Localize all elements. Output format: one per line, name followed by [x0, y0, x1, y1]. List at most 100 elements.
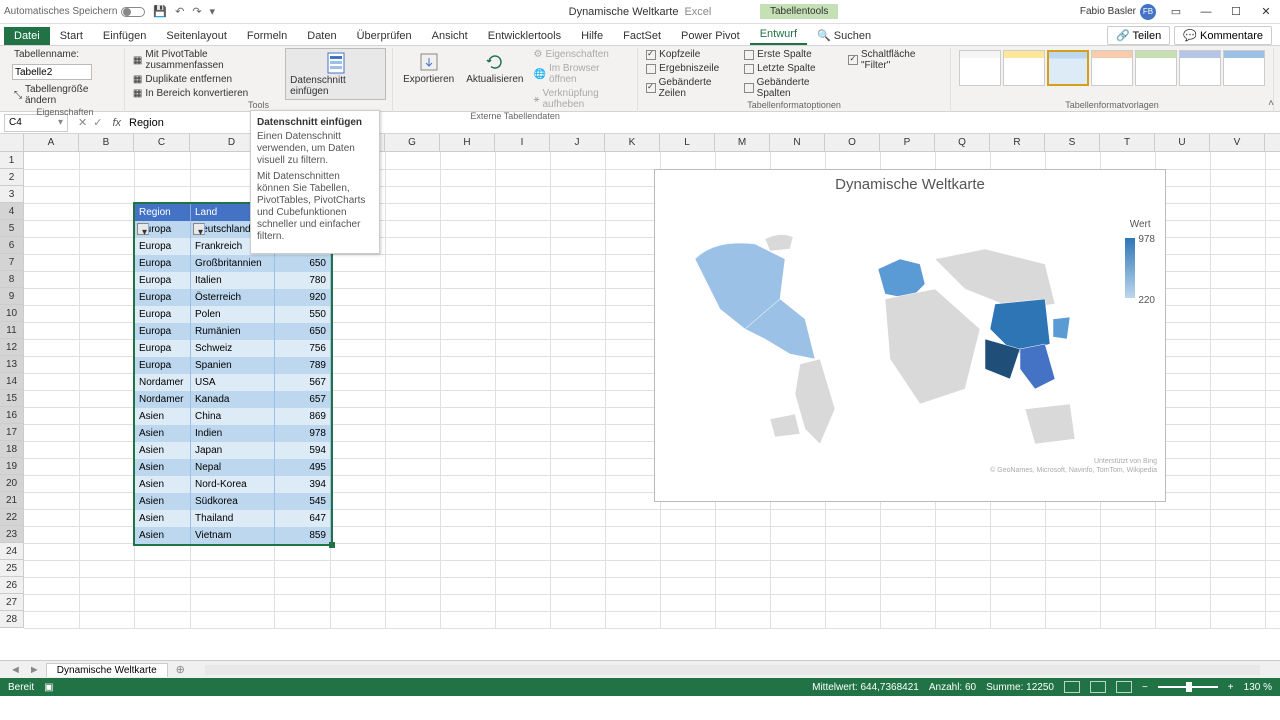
row-header-10[interactable]: 10 — [0, 305, 24, 322]
table-style-7[interactable] — [1223, 50, 1265, 86]
table-row[interactable]: EuropaItalien780 — [135, 272, 331, 289]
table-style-5[interactable] — [1135, 50, 1177, 86]
table-style-4[interactable] — [1091, 50, 1133, 86]
remove-duplicates-button[interactable]: ▦ Duplikate entfernen — [131, 73, 281, 86]
table-styles-gallery[interactable] — [957, 48, 1267, 88]
row-header-12[interactable]: 12 — [0, 339, 24, 356]
comments-button[interactable]: 💬 Kommentare — [1174, 26, 1272, 45]
table-row[interactable]: EuropaGroßbritannien650 — [135, 255, 331, 272]
table-resize-handle[interactable] — [329, 542, 335, 548]
tab-seitenlayout[interactable]: Seitenlayout — [156, 27, 237, 45]
table-header-region[interactable]: Region▾ — [135, 204, 191, 221]
insert-slicer-button[interactable]: Datenschnitt einfügen — [285, 48, 386, 100]
zoom-level[interactable]: 130 % — [1244, 682, 1272, 693]
tab-hilfe[interactable]: Hilfe — [571, 27, 613, 45]
pivot-summarize-button[interactable]: ▦ Mit PivotTable zusammenfassen — [131, 48, 281, 72]
row-header-20[interactable]: 20 — [0, 475, 24, 492]
table-row[interactable]: EuropaSchweiz756 — [135, 340, 331, 357]
minimize-icon[interactable]: — — [1196, 4, 1216, 20]
table-row[interactable]: AsienVietnam859 — [135, 527, 331, 544]
table-style-1[interactable] — [959, 50, 1001, 86]
zoom-slider[interactable] — [1158, 686, 1218, 688]
tab-einfügen[interactable]: Einfügen — [93, 27, 156, 45]
resize-table-button[interactable]: ⤡ Tabellengröße ändern — [12, 83, 118, 107]
macro-record-icon[interactable]: ▣ — [44, 682, 53, 693]
data-table[interactable]: Region▾Land▾Wert▾ EuropaDeutschland220Eu… — [134, 203, 332, 545]
row-header-13[interactable]: 13 — [0, 356, 24, 373]
row-header-25[interactable]: 25 — [0, 560, 24, 577]
last-col-checkbox[interactable]: Letzte Spalte — [742, 62, 842, 75]
header-row-checkbox[interactable]: Kopfzeile — [644, 48, 738, 61]
tab-überprüfen[interactable]: Überprüfen — [347, 27, 422, 45]
table-row[interactable]: AsienThailand647 — [135, 510, 331, 527]
table-row[interactable]: AsienNepal495 — [135, 459, 331, 476]
row-header-2[interactable]: 2 — [0, 169, 24, 186]
col-header-B[interactable]: B — [79, 134, 134, 151]
col-header-N[interactable]: N — [770, 134, 825, 151]
table-row[interactable]: AsienNord-Korea394 — [135, 476, 331, 493]
row-header-19[interactable]: 19 — [0, 458, 24, 475]
table-row[interactable]: EuropaSpanien789 — [135, 357, 331, 374]
export-button[interactable]: Exportieren — [399, 48, 458, 87]
filter-button-checkbox[interactable]: Schaltfläche "Filter" — [846, 48, 944, 72]
horizontal-scrollbar[interactable] — [205, 665, 1260, 675]
col-header-C[interactable]: C — [134, 134, 190, 151]
table-style-3[interactable] — [1047, 50, 1089, 86]
map-chart[interactable]: Dynamische Weltkarte — [654, 169, 1166, 502]
row-header-5[interactable]: 5 — [0, 220, 24, 237]
col-header-K[interactable]: K — [605, 134, 660, 151]
tab-entwicklertools[interactable]: Entwicklertools — [478, 27, 571, 45]
row-header-15[interactable]: 15 — [0, 390, 24, 407]
tab-factset[interactable]: FactSet — [613, 27, 671, 45]
row-header-23[interactable]: 23 — [0, 526, 24, 543]
row-header-14[interactable]: 14 — [0, 373, 24, 390]
undo-icon[interactable]: ↶ — [175, 5, 184, 18]
col-header-R[interactable]: R — [990, 134, 1045, 151]
row-header-4[interactable]: 4 — [0, 203, 24, 220]
select-all-corner[interactable] — [0, 134, 24, 151]
zoom-in-icon[interactable]: + — [1228, 682, 1234, 693]
table-style-6[interactable] — [1179, 50, 1221, 86]
fx-icon[interactable]: fx — [108, 117, 125, 129]
save-icon[interactable]: 💾 — [153, 5, 167, 18]
row-header-8[interactable]: 8 — [0, 271, 24, 288]
view-break-icon[interactable] — [1116, 681, 1132, 693]
row-header-21[interactable]: 21 — [0, 492, 24, 509]
table-row[interactable]: AsienSüdkorea545 — [135, 493, 331, 510]
row-header-6[interactable]: 6 — [0, 237, 24, 254]
convert-range-button[interactable]: ▦ In Bereich konvertieren — [131, 87, 281, 100]
col-header-I[interactable]: I — [495, 134, 550, 151]
view-normal-icon[interactable] — [1064, 681, 1080, 693]
col-header-V[interactable]: V — [1210, 134, 1265, 151]
table-row[interactable]: AsienChina869 — [135, 408, 331, 425]
col-header-S[interactable]: S — [1045, 134, 1100, 151]
table-row[interactable]: NordamerKanada657 — [135, 391, 331, 408]
table-row[interactable]: EuropaRumänien650 — [135, 323, 331, 340]
table-style-2[interactable] — [1003, 50, 1045, 86]
row-header-1[interactable]: 1 — [0, 152, 24, 169]
row-header-28[interactable]: 28 — [0, 611, 24, 628]
tab-file[interactable]: Datei — [4, 27, 50, 45]
row-header-16[interactable]: 16 — [0, 407, 24, 424]
banded-cols-checkbox[interactable]: Gebänderte Spalten — [742, 76, 842, 100]
col-header-T[interactable]: T — [1100, 134, 1155, 151]
table-row[interactable]: AsienJapan594 — [135, 442, 331, 459]
first-col-checkbox[interactable]: Erste Spalte — [742, 48, 842, 61]
accept-formula-icon[interactable]: ✓ — [93, 116, 102, 129]
tab-daten[interactable]: Daten — [297, 27, 346, 45]
col-header-L[interactable]: L — [660, 134, 715, 151]
add-sheet-icon[interactable]: ⊕ — [176, 663, 185, 676]
col-header-P[interactable]: P — [880, 134, 935, 151]
row-header-11[interactable]: 11 — [0, 322, 24, 339]
row-header-3[interactable]: 3 — [0, 186, 24, 203]
view-layout-icon[interactable] — [1090, 681, 1106, 693]
table-name-input[interactable] — [12, 64, 92, 80]
row-header-27[interactable]: 27 — [0, 594, 24, 611]
sheet-nav-prev-icon[interactable]: ◄ — [6, 664, 25, 676]
row-header-7[interactable]: 7 — [0, 254, 24, 271]
col-header-U[interactable]: U — [1155, 134, 1210, 151]
redo-icon[interactable]: ↷ — [192, 5, 201, 18]
search-tab[interactable]: 🔍 Suchen — [807, 26, 881, 45]
refresh-button[interactable]: Aktualisieren — [462, 48, 527, 87]
table-row[interactable]: AsienIndien978 — [135, 425, 331, 442]
